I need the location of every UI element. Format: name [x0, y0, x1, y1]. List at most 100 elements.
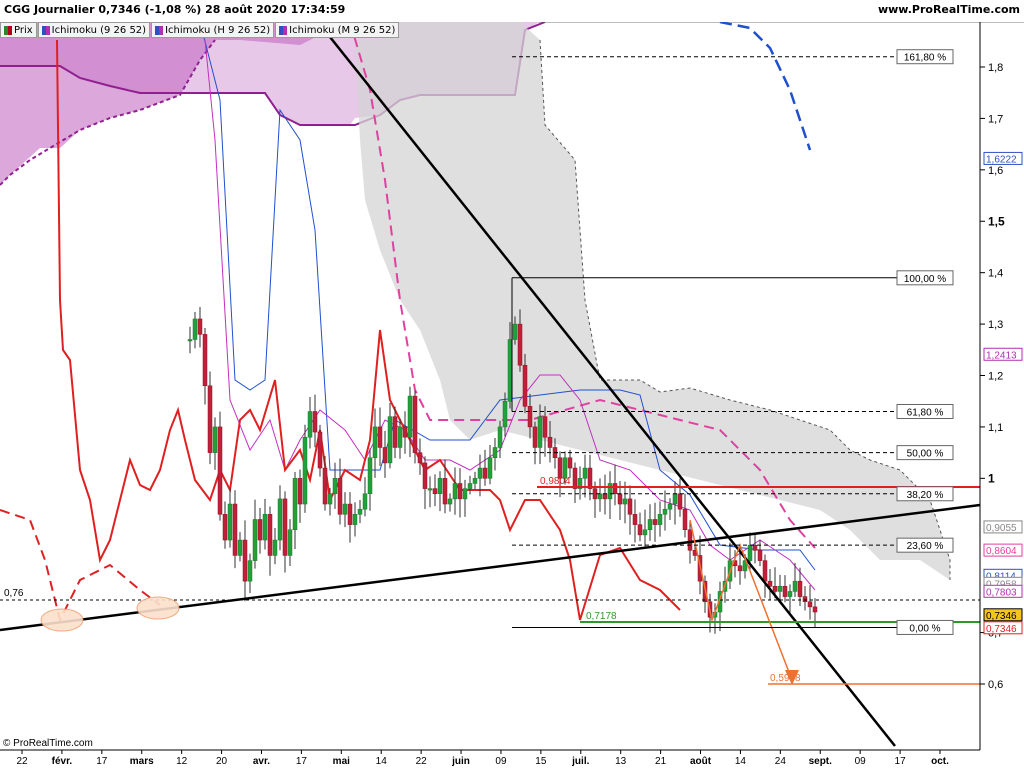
- candle: [667, 503, 673, 510]
- x-tick-label: févr.: [52, 756, 73, 767]
- candle: [272, 539, 278, 556]
- x-tick-label: 09: [855, 756, 867, 767]
- candle: [302, 436, 308, 505]
- y-tick-label: 1,7: [988, 113, 1003, 125]
- candle: [212, 426, 218, 453]
- candle: [652, 519, 658, 525]
- candle: [252, 519, 258, 561]
- y-tick-label: 1: [988, 471, 995, 485]
- x-tick-label: mai: [333, 756, 350, 767]
- chart-title: CGG Journalier 0,7346 (-1,08 %) 28 août …: [4, 3, 346, 16]
- candle: [587, 467, 593, 489]
- fib-level-label: 61,80 %: [907, 407, 944, 418]
- legend-item[interactable]: Prix: [0, 22, 37, 38]
- candle: [462, 488, 468, 500]
- candle: [432, 488, 438, 495]
- candle: [372, 426, 378, 459]
- candle: [537, 416, 543, 448]
- candle: [337, 478, 343, 515]
- legend-swatch-icon: [4, 25, 12, 35]
- candle: [407, 395, 413, 438]
- y-tick-label: 1,1: [988, 422, 1003, 434]
- x-tick-label: 09: [495, 756, 507, 767]
- candle: [402, 426, 408, 438]
- candle: [327, 493, 333, 505]
- y-tick-label: 1,5: [988, 214, 1005, 228]
- x-tick-label: 17: [96, 756, 108, 767]
- candle: [632, 514, 638, 525]
- candle: [202, 334, 208, 387]
- legend-label: Ichimoku (9 26 52): [51, 24, 147, 36]
- candle: [412, 395, 418, 453]
- x-tick-label: mars: [130, 756, 154, 767]
- fib-level-label: 23,60 %: [907, 541, 944, 552]
- candle: [382, 447, 388, 464]
- x-axis: 22 févr. 17 mars 12 20 avr. 17 mai 14 22 juin 09 15 ju…: [16, 750, 949, 767]
- candle: [497, 426, 503, 448]
- candle: [197, 318, 203, 335]
- candle: [507, 339, 513, 402]
- x-tick-label: 13: [615, 756, 627, 767]
- candle: [292, 478, 298, 531]
- site-name[interactable]: www.ProRealTime.com: [878, 3, 1020, 16]
- candle: [447, 498, 453, 505]
- candle: [597, 493, 603, 500]
- candle: [307, 411, 313, 438]
- candle: [532, 426, 538, 448]
- legend-item[interactable]: Ichimoku (H 9 26 52): [151, 22, 275, 38]
- candle: [297, 478, 303, 505]
- candle: [287, 529, 293, 556]
- candle: [782, 586, 788, 597]
- candle: [807, 601, 813, 608]
- candle: [467, 483, 473, 489]
- candle: [812, 606, 818, 613]
- price-tag-label: 0,7803: [986, 587, 1017, 598]
- candle: [797, 580, 803, 597]
- candle: [317, 431, 323, 469]
- candle: [352, 514, 358, 525]
- x-tick-label: 15: [535, 756, 547, 767]
- candle: [647, 519, 653, 531]
- candle: [362, 493, 368, 510]
- x-tick-label: 17: [895, 756, 907, 767]
- candle: [487, 457, 493, 479]
- price-tag-label: 1,6222: [986, 154, 1017, 165]
- candle: [437, 478, 443, 495]
- candle: [492, 447, 498, 459]
- support-marker: [40, 608, 84, 632]
- candle: [637, 524, 643, 536]
- price-chart[interactable]: 161,80 % 100,00 % 61,80 % 50,00 % 38,20 % 23,…: [0, 22, 1024, 768]
- x-tick-label: oct.: [931, 756, 949, 767]
- legend-item[interactable]: Ichimoku (9 26 52): [37, 22, 151, 38]
- candle: [312, 411, 318, 433]
- candle: [452, 483, 458, 500]
- candle: [282, 498, 288, 556]
- candle: [227, 503, 233, 541]
- y-tick-label: 0,6: [988, 679, 1003, 691]
- candle: [512, 323, 518, 340]
- fib-level-label: 0,00 %: [909, 623, 940, 634]
- legend-item[interactable]: Ichimoku (M 9 26 52): [275, 22, 400, 38]
- x-tick-label: avr.: [253, 756, 270, 767]
- candle: [627, 498, 633, 515]
- legend-swatch-icon: [279, 25, 288, 35]
- candle: [322, 467, 328, 505]
- value-annotation: 0,76: [4, 588, 24, 599]
- legend-label: Ichimoku (M 9 26 52): [289, 24, 396, 36]
- candle: [442, 478, 448, 505]
- candle: [277, 498, 283, 541]
- candle: [342, 503, 348, 515]
- candle: [207, 385, 213, 453]
- candle: [242, 539, 248, 582]
- candle: [677, 493, 683, 510]
- candle: [527, 406, 533, 428]
- candle: [347, 503, 353, 525]
- candle: [787, 591, 793, 597]
- x-tick-label: 12: [176, 756, 188, 767]
- candle: [522, 364, 528, 407]
- y-tick-label: 1,3: [988, 319, 1003, 331]
- candle: [777, 586, 783, 592]
- x-tick-label: juin: [451, 756, 470, 767]
- candle: [262, 514, 268, 541]
- x-tick-label: sept.: [809, 756, 833, 767]
